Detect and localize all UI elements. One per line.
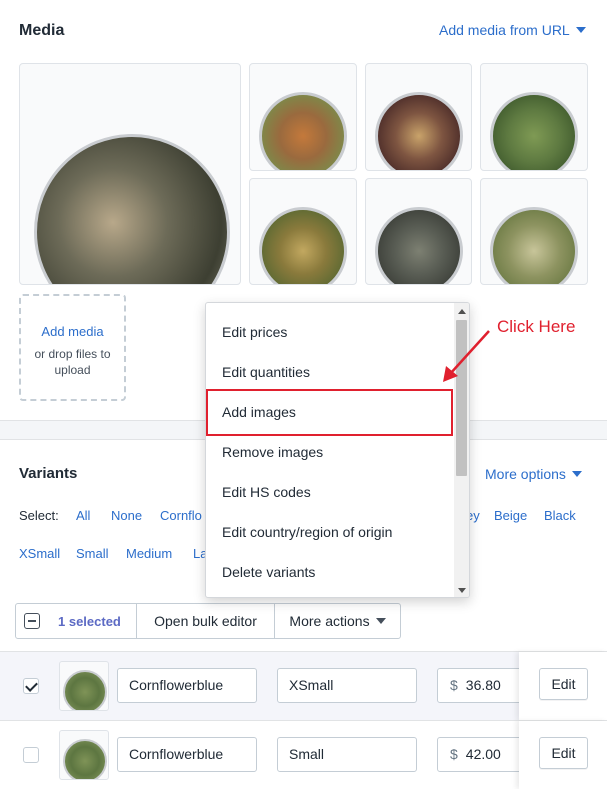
- bulk-action-bar: 1 selected Open bulk editor More actions: [15, 603, 401, 639]
- add-media-link[interactable]: Add media: [21, 324, 124, 339]
- tea-dish-image: [259, 92, 347, 170]
- menu-item-edit-prices[interactable]: Edit prices: [222, 324, 287, 340]
- select-xsmall-link[interactable]: XSmall: [19, 546, 60, 561]
- menu-item-edit-hs-codes[interactable]: Edit HS codes: [222, 484, 311, 500]
- tea-dish-image: [63, 739, 107, 779]
- tea-dish-image: [490, 207, 578, 284]
- tea-dish-image: [375, 92, 463, 170]
- media-title: Media: [19, 22, 65, 39]
- select-black-link[interactable]: Black: [544, 508, 576, 523]
- more-actions-label: More actions: [289, 613, 370, 629]
- caret-down-icon: [375, 618, 386, 624]
- variant-row: Cornflowerblue Small $42.00 Edit: [0, 720, 607, 789]
- select-small-link[interactable]: Small: [76, 546, 109, 561]
- add-media-from-url-button[interactable]: Add media from URL: [439, 22, 586, 38]
- scroll-up-arrow-icon[interactable]: [458, 309, 466, 314]
- more-actions-button[interactable]: More actions: [275, 604, 400, 638]
- menu-item-remove-images[interactable]: Remove images: [222, 444, 323, 460]
- more-options-dropdown: Edit prices Edit quantities Add images R…: [205, 302, 470, 598]
- variant-color-field[interactable]: Cornflowerblue: [117, 737, 257, 772]
- dropzone-hint: or drop files to upload: [34, 347, 111, 377]
- media-image-green-tea[interactable]: [480, 63, 588, 171]
- edit-variant-button[interactable]: Edit: [539, 737, 588, 769]
- more-options-label: More options: [485, 466, 566, 482]
- select-cornflowerblue-link[interactable]: Cornflo: [160, 508, 202, 523]
- media-image-herb-tea-large[interactable]: [19, 63, 241, 285]
- price-value: 42.00: [465, 746, 501, 762]
- caret-down-icon: [571, 471, 582, 477]
- tea-dish-image: [259, 207, 347, 284]
- edit-variant-button[interactable]: Edit: [539, 668, 588, 700]
- tea-dish-image: [490, 92, 578, 170]
- currency-symbol: $: [450, 746, 458, 762]
- select-label: Select:: [19, 508, 59, 523]
- open-bulk-editor-button[interactable]: Open bulk editor: [137, 604, 275, 638]
- variant-size-field[interactable]: Small: [277, 737, 417, 772]
- variant-size-field[interactable]: XSmall: [277, 668, 417, 703]
- media-image-gunpowder-tea[interactable]: [365, 178, 472, 285]
- bulk-select-toggle[interactable]: 1 selected: [16, 604, 137, 638]
- add-media-from-url-label: Add media from URL: [439, 22, 570, 38]
- price-value: 36.80: [465, 677, 501, 693]
- select-all-link[interactable]: All: [76, 508, 90, 523]
- tea-dish-image: [34, 134, 230, 284]
- select-medium-link[interactable]: Medium: [126, 546, 172, 561]
- tea-dish-image: [375, 207, 463, 284]
- menu-item-delete-variants[interactable]: Delete variants: [222, 564, 315, 580]
- variant-color-field[interactable]: Cornflowerblue: [117, 668, 257, 703]
- more-options-button[interactable]: More options: [485, 466, 582, 482]
- scrollbar-thumb[interactable]: [456, 320, 467, 476]
- caret-down-icon: [575, 27, 586, 33]
- currency-symbol: $: [450, 677, 458, 693]
- menu-item-edit-quantities[interactable]: Edit quantities: [222, 364, 310, 380]
- scroll-down-arrow-icon[interactable]: [458, 588, 466, 593]
- menu-item-edit-country-of-origin[interactable]: Edit country/region of origin: [222, 524, 392, 540]
- select-none-link[interactable]: None: [111, 508, 142, 523]
- click-here-callout: Click Here: [497, 317, 576, 336]
- select-beige-link[interactable]: Beige: [494, 508, 527, 523]
- tea-dish-image: [63, 670, 107, 710]
- indeterminate-checkbox-icon[interactable]: [24, 613, 40, 629]
- open-bulk-editor-label: Open bulk editor: [154, 613, 257, 629]
- menu-item-add-images[interactable]: Add images: [222, 404, 296, 420]
- media-image-red-herb-tea[interactable]: [249, 63, 357, 171]
- selected-count: 1 selected: [58, 613, 121, 629]
- media-image-lemongrass-tea[interactable]: [480, 178, 588, 285]
- media-image-fruit-tea[interactable]: [365, 63, 472, 171]
- dropdown-scrollbar[interactable]: [454, 303, 469, 597]
- row-checkbox[interactable]: [23, 747, 39, 763]
- variant-thumbnail[interactable]: [59, 730, 109, 780]
- row-checkbox[interactable]: [23, 678, 39, 694]
- media-image-genmaicha[interactable]: [249, 178, 357, 285]
- media-dropzone[interactable]: Add media or drop files to upload: [19, 294, 126, 401]
- variant-thumbnail[interactable]: [59, 661, 109, 711]
- variants-title: Variants: [19, 465, 78, 482]
- variant-row: Cornflowerblue XSmall $36.80 Edit: [0, 651, 607, 720]
